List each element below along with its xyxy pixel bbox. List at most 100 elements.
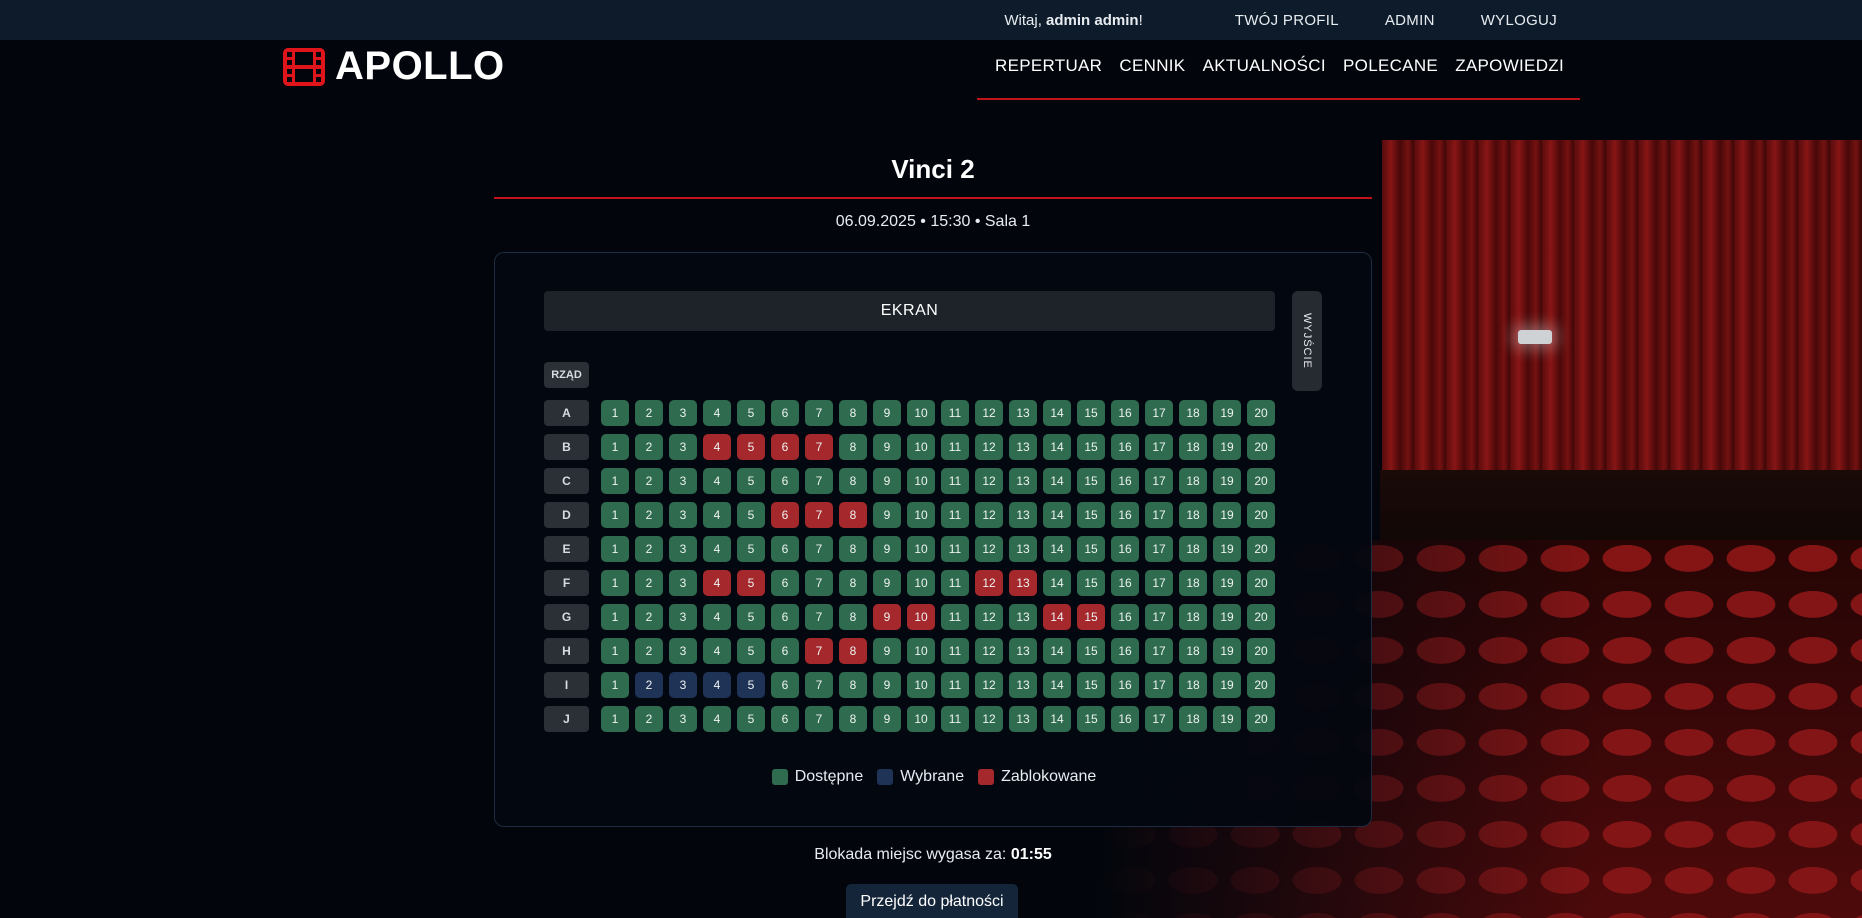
seat-available[interactable]: 1 bbox=[601, 434, 629, 460]
seat-available[interactable]: 18 bbox=[1179, 672, 1207, 698]
seat-available[interactable]: 10 bbox=[907, 400, 935, 426]
seat-available[interactable]: 7 bbox=[805, 604, 833, 630]
seat-available[interactable]: 13 bbox=[1009, 434, 1037, 460]
seat-available[interactable]: 12 bbox=[975, 502, 1003, 528]
seat-available[interactable]: 16 bbox=[1111, 672, 1139, 698]
seat-available[interactable]: 5 bbox=[737, 400, 765, 426]
seat-available[interactable]: 5 bbox=[737, 536, 765, 562]
seat-available[interactable]: 14 bbox=[1043, 468, 1071, 494]
seat-available[interactable]: 16 bbox=[1111, 570, 1139, 596]
seat-available[interactable]: 14 bbox=[1043, 570, 1071, 596]
seat-available[interactable]: 18 bbox=[1179, 536, 1207, 562]
seat-available[interactable]: 2 bbox=[635, 502, 663, 528]
seat-available[interactable]: 6 bbox=[771, 638, 799, 664]
seat-available[interactable]: 7 bbox=[805, 706, 833, 732]
seat-available[interactable]: 1 bbox=[601, 570, 629, 596]
seat-available[interactable]: 9 bbox=[873, 434, 901, 460]
seat-available[interactable]: 11 bbox=[941, 502, 969, 528]
seat-available[interactable]: 2 bbox=[635, 706, 663, 732]
seat-available[interactable]: 18 bbox=[1179, 706, 1207, 732]
seat-selected[interactable]: 3 bbox=[669, 672, 697, 698]
seat-available[interactable]: 9 bbox=[873, 536, 901, 562]
seat-available[interactable]: 5 bbox=[737, 604, 765, 630]
seat-available[interactable]: 14 bbox=[1043, 502, 1071, 528]
seat-available[interactable]: 15 bbox=[1077, 672, 1105, 698]
seat-available[interactable]: 14 bbox=[1043, 400, 1071, 426]
seat-available[interactable]: 11 bbox=[941, 536, 969, 562]
seat-available[interactable]: 14 bbox=[1043, 638, 1071, 664]
seat-available[interactable]: 11 bbox=[941, 434, 969, 460]
seat-available[interactable]: 17 bbox=[1145, 536, 1173, 562]
seat-available[interactable]: 6 bbox=[771, 672, 799, 698]
seat-available[interactable]: 15 bbox=[1077, 638, 1105, 664]
seat-available[interactable]: 13 bbox=[1009, 400, 1037, 426]
seat-selected[interactable]: 2 bbox=[635, 672, 663, 698]
seat-available[interactable]: 8 bbox=[839, 672, 867, 698]
seat-available[interactable]: 13 bbox=[1009, 468, 1037, 494]
seat-available[interactable]: 18 bbox=[1179, 434, 1207, 460]
seat-available[interactable]: 10 bbox=[907, 468, 935, 494]
seat-available[interactable]: 11 bbox=[941, 570, 969, 596]
seat-available[interactable]: 10 bbox=[907, 536, 935, 562]
seat-available[interactable]: 4 bbox=[703, 400, 731, 426]
seat-available[interactable]: 10 bbox=[907, 706, 935, 732]
seat-available[interactable]: 16 bbox=[1111, 434, 1139, 460]
seat-available[interactable]: 19 bbox=[1213, 434, 1241, 460]
seat-available[interactable]: 3 bbox=[669, 638, 697, 664]
seat-available[interactable]: 6 bbox=[771, 604, 799, 630]
seat-selected[interactable]: 5 bbox=[737, 672, 765, 698]
seat-available[interactable]: 16 bbox=[1111, 502, 1139, 528]
seat-available[interactable]: 9 bbox=[873, 502, 901, 528]
seat-available[interactable]: 15 bbox=[1077, 400, 1105, 426]
seat-available[interactable]: 9 bbox=[873, 400, 901, 426]
seat-available[interactable]: 7 bbox=[805, 672, 833, 698]
seat-available[interactable]: 18 bbox=[1179, 502, 1207, 528]
seat-available[interactable]: 17 bbox=[1145, 434, 1173, 460]
seat-available[interactable]: 7 bbox=[805, 536, 833, 562]
seat-available[interactable]: 15 bbox=[1077, 536, 1105, 562]
seat-available[interactable]: 16 bbox=[1111, 706, 1139, 732]
seat-available[interactable]: 7 bbox=[805, 570, 833, 596]
seat-available[interactable]: 6 bbox=[771, 536, 799, 562]
seat-available[interactable]: 13 bbox=[1009, 502, 1037, 528]
seat-available[interactable]: 20 bbox=[1247, 468, 1275, 494]
seat-available[interactable]: 20 bbox=[1247, 502, 1275, 528]
seat-available[interactable]: 17 bbox=[1145, 604, 1173, 630]
seat-available[interactable]: 17 bbox=[1145, 706, 1173, 732]
seat-available[interactable]: 16 bbox=[1111, 468, 1139, 494]
seat-available[interactable]: 9 bbox=[873, 672, 901, 698]
seat-available[interactable]: 15 bbox=[1077, 570, 1105, 596]
seat-available[interactable]: 4 bbox=[703, 536, 731, 562]
seat-available[interactable]: 12 bbox=[975, 536, 1003, 562]
seat-available[interactable]: 11 bbox=[941, 638, 969, 664]
seat-available[interactable]: 2 bbox=[635, 604, 663, 630]
seat-available[interactable]: 20 bbox=[1247, 536, 1275, 562]
seat-available[interactable]: 11 bbox=[941, 400, 969, 426]
seat-available[interactable]: 19 bbox=[1213, 706, 1241, 732]
seat-available[interactable]: 19 bbox=[1213, 400, 1241, 426]
seat-available[interactable]: 12 bbox=[975, 706, 1003, 732]
seat-available[interactable]: 10 bbox=[907, 502, 935, 528]
seat-available[interactable]: 8 bbox=[839, 468, 867, 494]
seat-available[interactable]: 8 bbox=[839, 400, 867, 426]
seat-available[interactable]: 16 bbox=[1111, 536, 1139, 562]
seat-available[interactable]: 1 bbox=[601, 672, 629, 698]
seat-available[interactable]: 3 bbox=[669, 468, 697, 494]
seat-available[interactable]: 12 bbox=[975, 604, 1003, 630]
seat-available[interactable]: 11 bbox=[941, 706, 969, 732]
seat-selected[interactable]: 4 bbox=[703, 672, 731, 698]
seat-available[interactable]: 3 bbox=[669, 536, 697, 562]
seat-available[interactable]: 1 bbox=[601, 604, 629, 630]
seat-available[interactable]: 2 bbox=[635, 570, 663, 596]
seat-available[interactable]: 1 bbox=[601, 536, 629, 562]
seat-available[interactable]: 8 bbox=[839, 706, 867, 732]
seat-available[interactable]: 13 bbox=[1009, 638, 1037, 664]
seat-available[interactable]: 20 bbox=[1247, 570, 1275, 596]
seat-available[interactable]: 17 bbox=[1145, 468, 1173, 494]
nav-zapowiedzi[interactable]: ZAPOWIEDZI bbox=[1455, 56, 1564, 76]
seat-available[interactable]: 14 bbox=[1043, 706, 1071, 732]
seat-available[interactable]: 17 bbox=[1145, 570, 1173, 596]
seat-available[interactable]: 20 bbox=[1247, 434, 1275, 460]
seat-available[interactable]: 16 bbox=[1111, 604, 1139, 630]
seat-available[interactable]: 3 bbox=[669, 502, 697, 528]
